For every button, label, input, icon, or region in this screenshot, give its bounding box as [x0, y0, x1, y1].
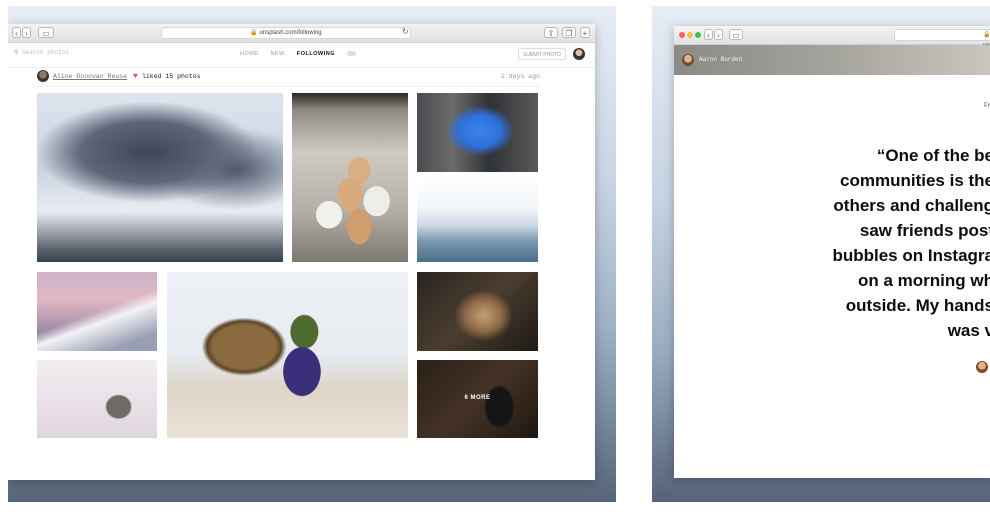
photo-snowy-mountain[interactable]: [37, 272, 157, 351]
main-nav: HOME NEW FOLLOWING: [240, 51, 366, 57]
activity-user-avatar[interactable]: [37, 70, 49, 82]
photo-eggs[interactable]: [292, 93, 408, 262]
right-browser-window: ‹ › ▭ 🔒 unsplash Aaron Burden Fr “One of…: [674, 26, 990, 478]
quote-line-6: on a morning wh: [858, 271, 990, 290]
search-placeholder: Search photos: [22, 49, 69, 56]
profile-name[interactable]: Aaron Burden: [699, 56, 742, 63]
search-icon: ⚲: [14, 49, 19, 56]
nav-following[interactable]: FOLLOWING: [297, 51, 335, 57]
unsplash-header: ⚲ Search photos HOME NEW FOLLOWING SUBMI…: [8, 43, 595, 68]
search-input[interactable]: ⚲ Search photos: [14, 49, 164, 56]
reload-icon[interactable]: ↻: [402, 27, 409, 36]
lock-icon: 🔒: [250, 30, 258, 36]
submit-photo-button[interactable]: SUBMIT PHOTO: [518, 48, 566, 60]
photo-ocean[interactable]: [417, 179, 538, 262]
quote-line-4: saw friends post: [859, 221, 990, 240]
address-bar[interactable]: 🔒 unsplash: [894, 29, 990, 49]
profile-header: Aaron Burden: [674, 45, 990, 75]
forward-icon[interactable]: ›: [714, 29, 723, 40]
photo-volcano-cloud[interactable]: [37, 93, 283, 262]
left-desktop-panel: ‹ › ▭ 🔒 unsplash.com/following ↻ ⇧ ❐ + ⚲…: [8, 6, 616, 502]
more-photos-label[interactable]: 6 MORE: [417, 395, 538, 401]
header-avatar[interactable]: [573, 48, 585, 60]
address-bar[interactable]: 🔒 unsplash.com/following: [161, 27, 411, 39]
lock-icon: 🔒: [983, 32, 990, 38]
quote-line-5: bubbles on Instagra: [832, 246, 990, 265]
tabs-icon[interactable]: ❐: [562, 27, 576, 38]
left-browser-window: ‹ › ▭ 🔒 unsplash.com/following ↻ ⇧ ❐ + ⚲…: [8, 24, 595, 480]
back-icon[interactable]: ‹: [704, 29, 713, 40]
nav-more-icon[interactable]: [347, 51, 357, 57]
photo-driftwood-pineapple[interactable]: [167, 272, 408, 438]
sidebar-icon[interactable]: ▭: [38, 27, 54, 38]
nav-new[interactable]: NEW: [271, 51, 285, 57]
photo-lioness[interactable]: [417, 272, 538, 351]
right-desktop-panel: ‹ › ▭ 🔒 unsplash Aaron Burden Fr “One of…: [652, 6, 990, 502]
profile-avatar[interactable]: [682, 54, 694, 66]
quote-line-8: was v: [947, 321, 990, 340]
quote-line-2: communities is the: [840, 171, 990, 190]
quote-line-3: others and challeng: [833, 196, 990, 215]
share-icon[interactable]: ⇧: [544, 27, 558, 38]
minimize-window-icon[interactable]: [687, 32, 693, 38]
zoom-window-icon[interactable]: [695, 32, 701, 38]
photo-arctic-fox[interactable]: [37, 360, 157, 438]
activity-row: Aline Donovan Reuse ♥ liked 15 photos 2 …: [37, 70, 540, 87]
heart-icon: ♥: [133, 72, 138, 81]
quote-line-7: outside. My hands: [845, 296, 990, 315]
forward-icon[interactable]: ›: [22, 27, 31, 38]
quote-author-avatar[interactable]: [976, 361, 988, 373]
add-tab-icon[interactable]: +: [580, 27, 590, 38]
back-icon[interactable]: ‹: [12, 27, 21, 38]
sidebar-icon[interactable]: ▭: [729, 29, 743, 40]
activity-action-text: liked 15 photos: [142, 73, 201, 80]
address-text: unsplash.com/following: [259, 30, 322, 36]
activity-user-link[interactable]: Aline Donovan Reuse: [53, 73, 127, 80]
left-browser-toolbar: ‹ › ▭ 🔒 unsplash.com/following ↻ ⇧ ❐ +: [8, 24, 595, 43]
close-window-icon[interactable]: [679, 32, 685, 38]
quote-line-1: “One of the be: [876, 146, 990, 165]
nav-home[interactable]: HOME: [240, 51, 259, 57]
right-browser-toolbar: ‹ › ▭ 🔒 unsplash: [674, 26, 990, 49]
photo-blue-smoke[interactable]: [417, 93, 538, 172]
quote-label: Fr: [984, 102, 990, 109]
activity-timestamp: 2 days ago: [500, 73, 540, 80]
photo-garden-soil[interactable]: 6 MORE: [417, 360, 538, 438]
